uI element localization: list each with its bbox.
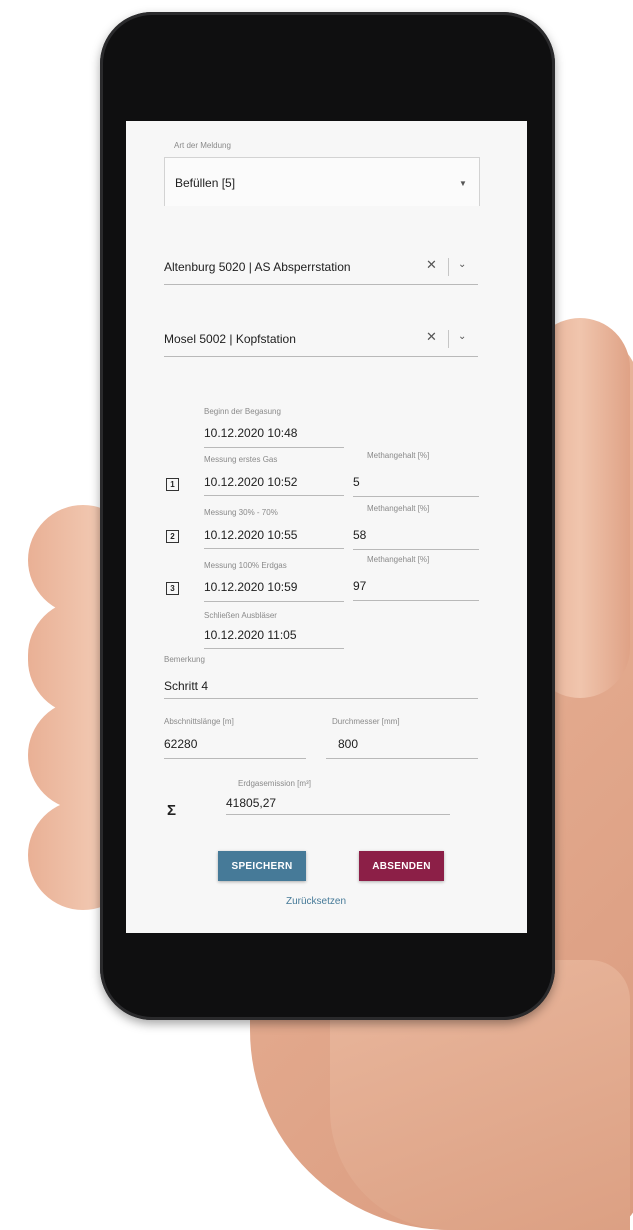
report-type-value: Befüllen [5] [175, 176, 236, 190]
step-2-value: 10.12.2020 10:55 [204, 528, 298, 542]
close-icon[interactable]: ✕ [426, 257, 437, 273]
emission-field[interactable]: Erdgasemission [m³] 41805,27 [226, 779, 450, 817]
methane-1-label: Methangehalt [%] [367, 451, 430, 460]
remark-label: Bemerkung [164, 655, 205, 664]
save-button[interactable]: SPEICHERN [218, 851, 306, 881]
underline [353, 549, 479, 550]
underline [353, 496, 479, 497]
underline [204, 648, 344, 649]
diameter-label: Durchmesser [mm] [332, 717, 400, 726]
underline [164, 758, 306, 759]
station-2-value: Mosel 5002 | Kopfstation [164, 332, 296, 346]
underline [164, 284, 478, 285]
close-label: Schließen Ausbläser [204, 611, 277, 620]
step-3-field[interactable]: Messung 100% Erdgas 10.12.2020 10:59 [204, 561, 344, 603]
step-3-value: 10.12.2020 10:59 [204, 580, 298, 594]
step-1-label: Messung erstes Gas [204, 455, 278, 464]
diameter-field[interactable]: Durchmesser [mm] 800 [326, 717, 478, 759]
emission-value: 41805,27 [226, 796, 277, 810]
step-3-label: Messung 100% Erdgas [204, 561, 287, 570]
step-2-label: Messung 30% - 70% [204, 508, 278, 517]
remark-field[interactable]: Bemerkung Schritt 4 [164, 655, 478, 699]
underline [204, 548, 344, 549]
dropdown-arrow-icon: ▼ [459, 179, 467, 188]
step-1-value: 10.12.2020 10:52 [204, 475, 298, 489]
methane-1-field[interactable]: Methangehalt [%] 5 [353, 451, 479, 497]
diameter-value: 800 [338, 737, 359, 751]
methane-2-field[interactable]: Methangehalt [%] 58 [353, 504, 479, 550]
underline [164, 356, 478, 357]
methane-3-label: Methangehalt [%] [367, 555, 430, 564]
station-1-value: Altenburg 5020 | AS Absperrstation [164, 260, 351, 274]
underline [226, 814, 450, 815]
phone-screen: Art der Meldung Befüllen [5] ▼ Altenburg… [126, 121, 527, 933]
close-value: 10.12.2020 11:05 [204, 628, 297, 642]
submit-button[interactable]: ABSENDEN [359, 851, 444, 881]
close-icon[interactable]: ✕ [426, 329, 437, 345]
underline [164, 698, 478, 699]
methane-3-field[interactable]: Methangehalt [%] 97 [353, 555, 479, 601]
methane-1-value: 5 [353, 475, 360, 489]
divider [448, 330, 449, 348]
methane-3-value: 97 [353, 579, 367, 593]
close-field[interactable]: Schließen Ausbläser 10.12.2020 11:05 [204, 611, 344, 651]
report-type-label: Art der Meldung [174, 141, 231, 150]
sigma-icon: Σ [167, 802, 177, 819]
remark-value: Schritt 4 [164, 679, 209, 693]
begin-value: 10.12.2020 10:48 [204, 426, 298, 440]
begin-field[interactable]: Beginn der Begasung 10.12.2020 10:48 [204, 407, 344, 449]
chevron-down-icon[interactable]: ⌄ [458, 331, 466, 342]
step-2-icon: 2 [166, 530, 179, 543]
section-length-field[interactable]: Abschnittslänge [m] 62280 [164, 717, 306, 759]
underline [204, 495, 344, 496]
step-2-field[interactable]: Messung 30% - 70% 10.12.2020 10:55 [204, 508, 344, 550]
step-1-field[interactable]: Messung erstes Gas 10.12.2020 10:52 [204, 455, 344, 497]
divider [448, 258, 449, 276]
underline [204, 601, 344, 602]
chevron-down-icon[interactable]: ⌄ [458, 259, 466, 270]
begin-label: Beginn der Begasung [204, 407, 281, 416]
station-1-field[interactable]: Altenburg 5020 | AS Absperrstation ✕ ⌄ [164, 251, 478, 285]
underline [353, 600, 479, 601]
methane-2-label: Methangehalt [%] [367, 504, 430, 513]
step-3-icon: 3 [166, 582, 179, 595]
reset-link[interactable]: Zurücksetzen [286, 896, 346, 907]
section-length-value: 62280 [164, 737, 198, 751]
underline [204, 447, 344, 448]
step-1-icon: 1 [166, 478, 179, 491]
underline [326, 758, 478, 759]
report-type-select[interactable]: Befüllen [5] ▼ [164, 157, 480, 206]
emission-label: Erdgasemission [m³] [238, 779, 311, 788]
station-2-field[interactable]: Mosel 5002 | Kopfstation ✕ ⌄ [164, 321, 478, 357]
section-length-label: Abschnittslänge [m] [164, 717, 234, 726]
methane-2-value: 58 [353, 528, 367, 542]
